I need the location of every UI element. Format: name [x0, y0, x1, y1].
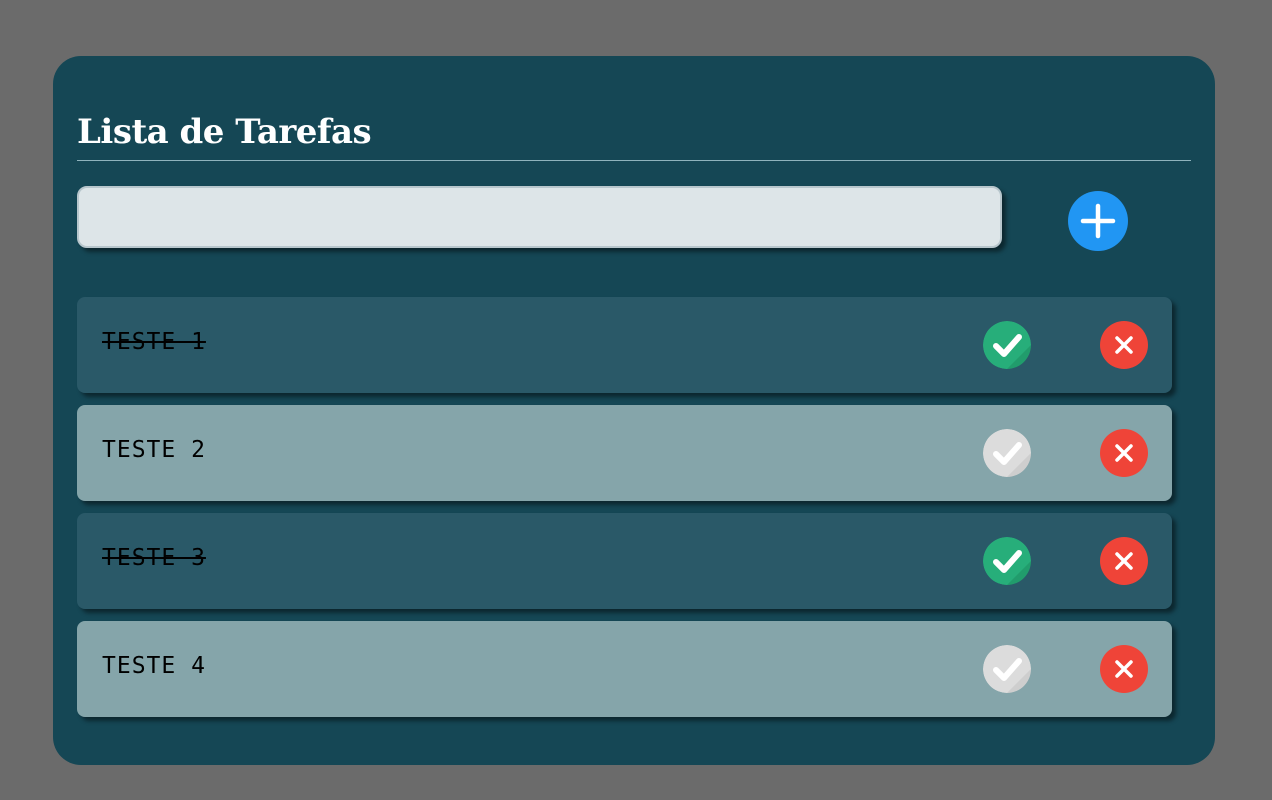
add-task-button[interactable]: [1068, 191, 1128, 251]
delete-task-button[interactable]: [1100, 321, 1148, 369]
close-icon: [1100, 321, 1148, 369]
delete-task-button[interactable]: [1100, 645, 1148, 693]
task-label: TESTE 1: [102, 329, 206, 355]
check-icon: [983, 645, 1031, 693]
task-input[interactable]: [77, 186, 1002, 248]
close-icon: [1100, 537, 1148, 585]
close-icon: [1100, 645, 1148, 693]
plus-icon: [1068, 191, 1128, 251]
complete-task-button[interactable]: [983, 537, 1031, 585]
check-icon: [983, 537, 1031, 585]
task-label: TESTE 4: [102, 653, 206, 679]
task-item: TESTE 1: [77, 297, 1172, 393]
check-icon: [983, 429, 1031, 477]
page-title: Lista de Tarefas: [77, 112, 372, 152]
complete-task-button[interactable]: [983, 429, 1031, 477]
check-icon: [983, 321, 1031, 369]
task-label: TESTE 3: [102, 545, 206, 571]
task-item: TESTE 2: [77, 405, 1172, 501]
task-label: TESTE 2: [102, 437, 206, 463]
task-item: TESTE 3: [77, 513, 1172, 609]
complete-task-button[interactable]: [983, 321, 1031, 369]
close-icon: [1100, 429, 1148, 477]
delete-task-button[interactable]: [1100, 429, 1148, 477]
delete-task-button[interactable]: [1100, 537, 1148, 585]
title-divider: [77, 160, 1191, 161]
task-item: TESTE 4: [77, 621, 1172, 717]
todo-card: Lista de Tarefas TESTE 1 TESTE 2 TESTE 3…: [53, 56, 1215, 765]
complete-task-button[interactable]: [983, 645, 1031, 693]
task-list: TESTE 1 TESTE 2 TESTE 3 TESTE 4: [77, 297, 1172, 729]
